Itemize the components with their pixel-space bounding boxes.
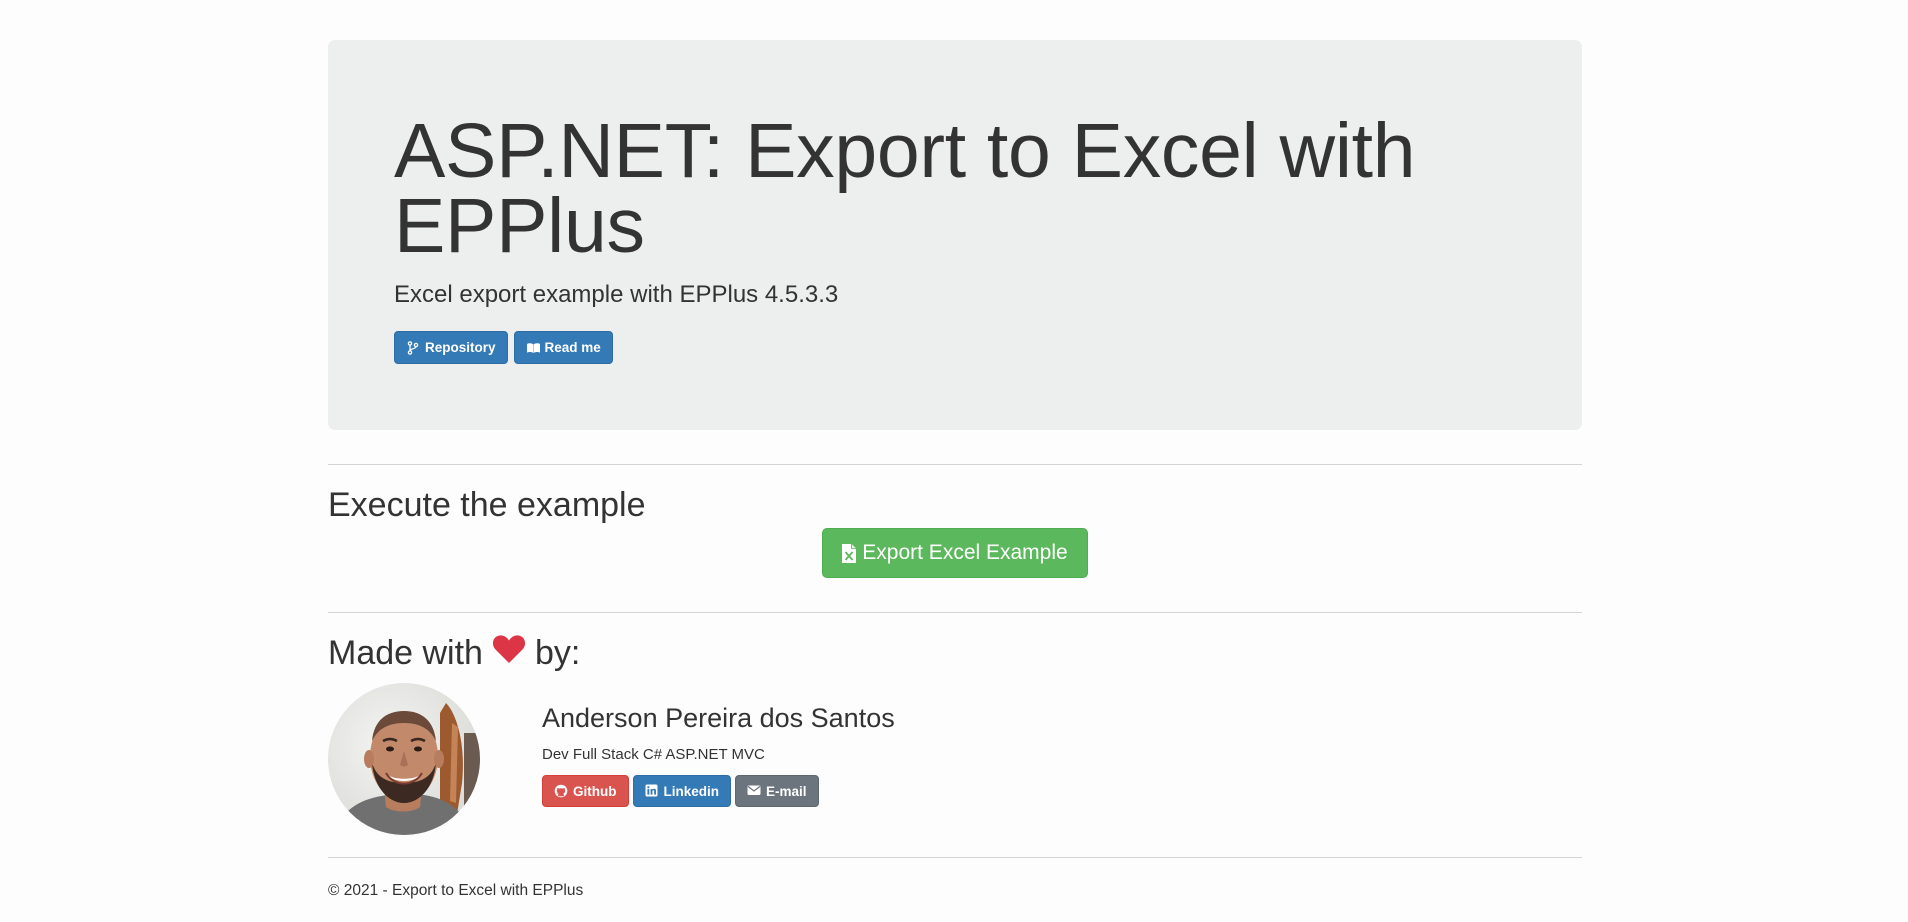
page-title: ASP.NET: Export to Excel with EPPlus [394, 108, 1416, 269]
email-button-label: E-mail [766, 783, 807, 799]
author-name: Anderson Pereira dos Santos [542, 703, 895, 733]
code-branch-icon [406, 340, 420, 355]
export-excel-button-label: Export Excel Example [862, 541, 1068, 564]
divider [328, 464, 1582, 465]
author-role: Dev Full Stack C# ASP.NET MVC [542, 746, 765, 763]
export-button-wrapper: Export Excel Example [328, 528, 1582, 578]
author-card: Anderson Pereira dos Santos Dev Full Sta… [328, 683, 1582, 835]
jumbotron: ASP.NET: Export to Excel with EPPlus Exc… [328, 40, 1582, 430]
divider [328, 612, 1582, 613]
linkedin-button[interactable]: Linkedin [632, 775, 732, 807]
repository-button-label: Repository [425, 340, 496, 355]
social-links: Github Linkedin E-mail [542, 775, 895, 807]
credits-title-prefix: Made with [328, 634, 483, 672]
execute-section-title: Execute the example [328, 486, 646, 524]
github-icon [554, 784, 568, 798]
divider [328, 857, 1582, 858]
email-button[interactable]: E-mail [735, 775, 819, 807]
read-me-button-label: Read me [544, 340, 601, 355]
credits-title: Made with by: [328, 633, 1582, 673]
linkedin-button-label: Linkedin [663, 783, 720, 799]
page-container: ASP.NET: Export to Excel with EPPlus Exc… [328, 40, 1582, 900]
book-open-icon [526, 341, 540, 355]
envelope-icon [747, 784, 761, 798]
heart-icon [492, 633, 526, 673]
avatar [328, 683, 480, 835]
linkedin-icon [645, 784, 659, 798]
export-excel-button[interactable]: Export Excel Example [822, 528, 1088, 578]
file-excel-icon [841, 543, 857, 564]
author-info: Anderson Pereira dos Santos Dev Full Sta… [542, 683, 895, 835]
github-button-label: Github [573, 783, 617, 799]
github-button[interactable]: Github [542, 775, 629, 807]
footer-text: © 2021 - Export to Excel with EPPlus [328, 882, 584, 899]
page-subtitle: Excel export example with EPPlus 4.5.3.3 [394, 281, 839, 308]
repository-button[interactable]: Repository [394, 331, 508, 364]
read-me-button[interactable]: Read me [513, 331, 613, 364]
credits-title-suffix: by: [534, 634, 581, 672]
header-button-row: Repository Read me [394, 331, 1516, 364]
